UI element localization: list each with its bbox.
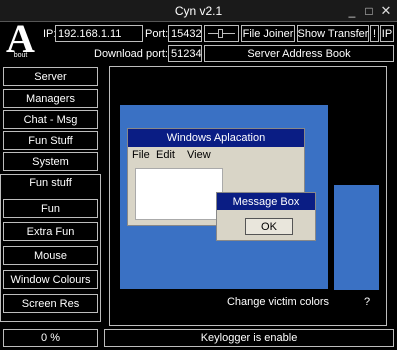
close-button[interactable]: ✕: [378, 3, 394, 19]
sidebar-item-fun-stuff[interactable]: Fun Stuff: [3, 131, 98, 150]
window-colours-button[interactable]: Window Colours: [3, 270, 98, 289]
minimize-button[interactable]: _: [344, 3, 360, 19]
port-label: Port:: [145, 28, 169, 40]
mouse-button[interactable]: Mouse: [3, 246, 98, 265]
ip-input[interactable]: 192.168.1.11: [55, 25, 143, 42]
maximize-button[interactable]: □: [361, 3, 377, 19]
server-address-book-button[interactable]: Server Address Book: [204, 45, 394, 62]
exclaim-button[interactable]: !: [370, 25, 379, 42]
port-slider[interactable]: [204, 25, 239, 42]
sidebar-item-chat-msg[interactable]: Chat - Msg: [3, 110, 98, 129]
preview-menu-edit: Edit: [156, 149, 175, 161]
about-logo-caption: bout: [13, 52, 28, 59]
sidebar-item-managers[interactable]: Managers: [3, 89, 98, 108]
fun-stuff-title: Fun stuff: [29, 177, 72, 189]
fun-button[interactable]: Fun: [3, 199, 98, 218]
preview-menu-file: File: [132, 149, 150, 161]
extra-fun-button[interactable]: Extra Fun: [3, 222, 98, 241]
keylogger-status: Keylogger is enable: [104, 329, 394, 347]
port-input[interactable]: 15432: [168, 25, 202, 42]
file-joiner-button[interactable]: File Joiner: [241, 25, 295, 42]
sidebar-item-server[interactable]: Server: [3, 67, 98, 86]
preview-app-menubar: File Edit View: [128, 147, 304, 164]
change-victim-colors-label: Change victim colors: [226, 296, 330, 308]
preview-app-title: Windows Aplacation: [128, 129, 304, 147]
color-swatch-preview[interactable]: [334, 185, 379, 290]
preview-menu-view: View: [187, 149, 211, 161]
sidebar-item-system[interactable]: System: [3, 152, 98, 171]
download-port-input[interactable]: 51234: [168, 45, 202, 62]
window-title: Cyn v2.1: [174, 4, 223, 18]
preview-app-text-area: [135, 168, 223, 220]
progress-percent: 0 %: [3, 329, 98, 347]
preview-message-box-ok: OK: [245, 218, 293, 235]
help-icon[interactable]: ?: [360, 295, 374, 309]
preview-message-box-title: Message Box: [217, 193, 315, 210]
show-transfer-button[interactable]: Show Transfer: [297, 25, 369, 42]
screen-res-button[interactable]: Screen Res: [3, 294, 98, 313]
download-port-label: Download port:: [94, 48, 168, 60]
ip-button[interactable]: IP: [380, 25, 394, 42]
slider-thumb[interactable]: [218, 29, 223, 38]
